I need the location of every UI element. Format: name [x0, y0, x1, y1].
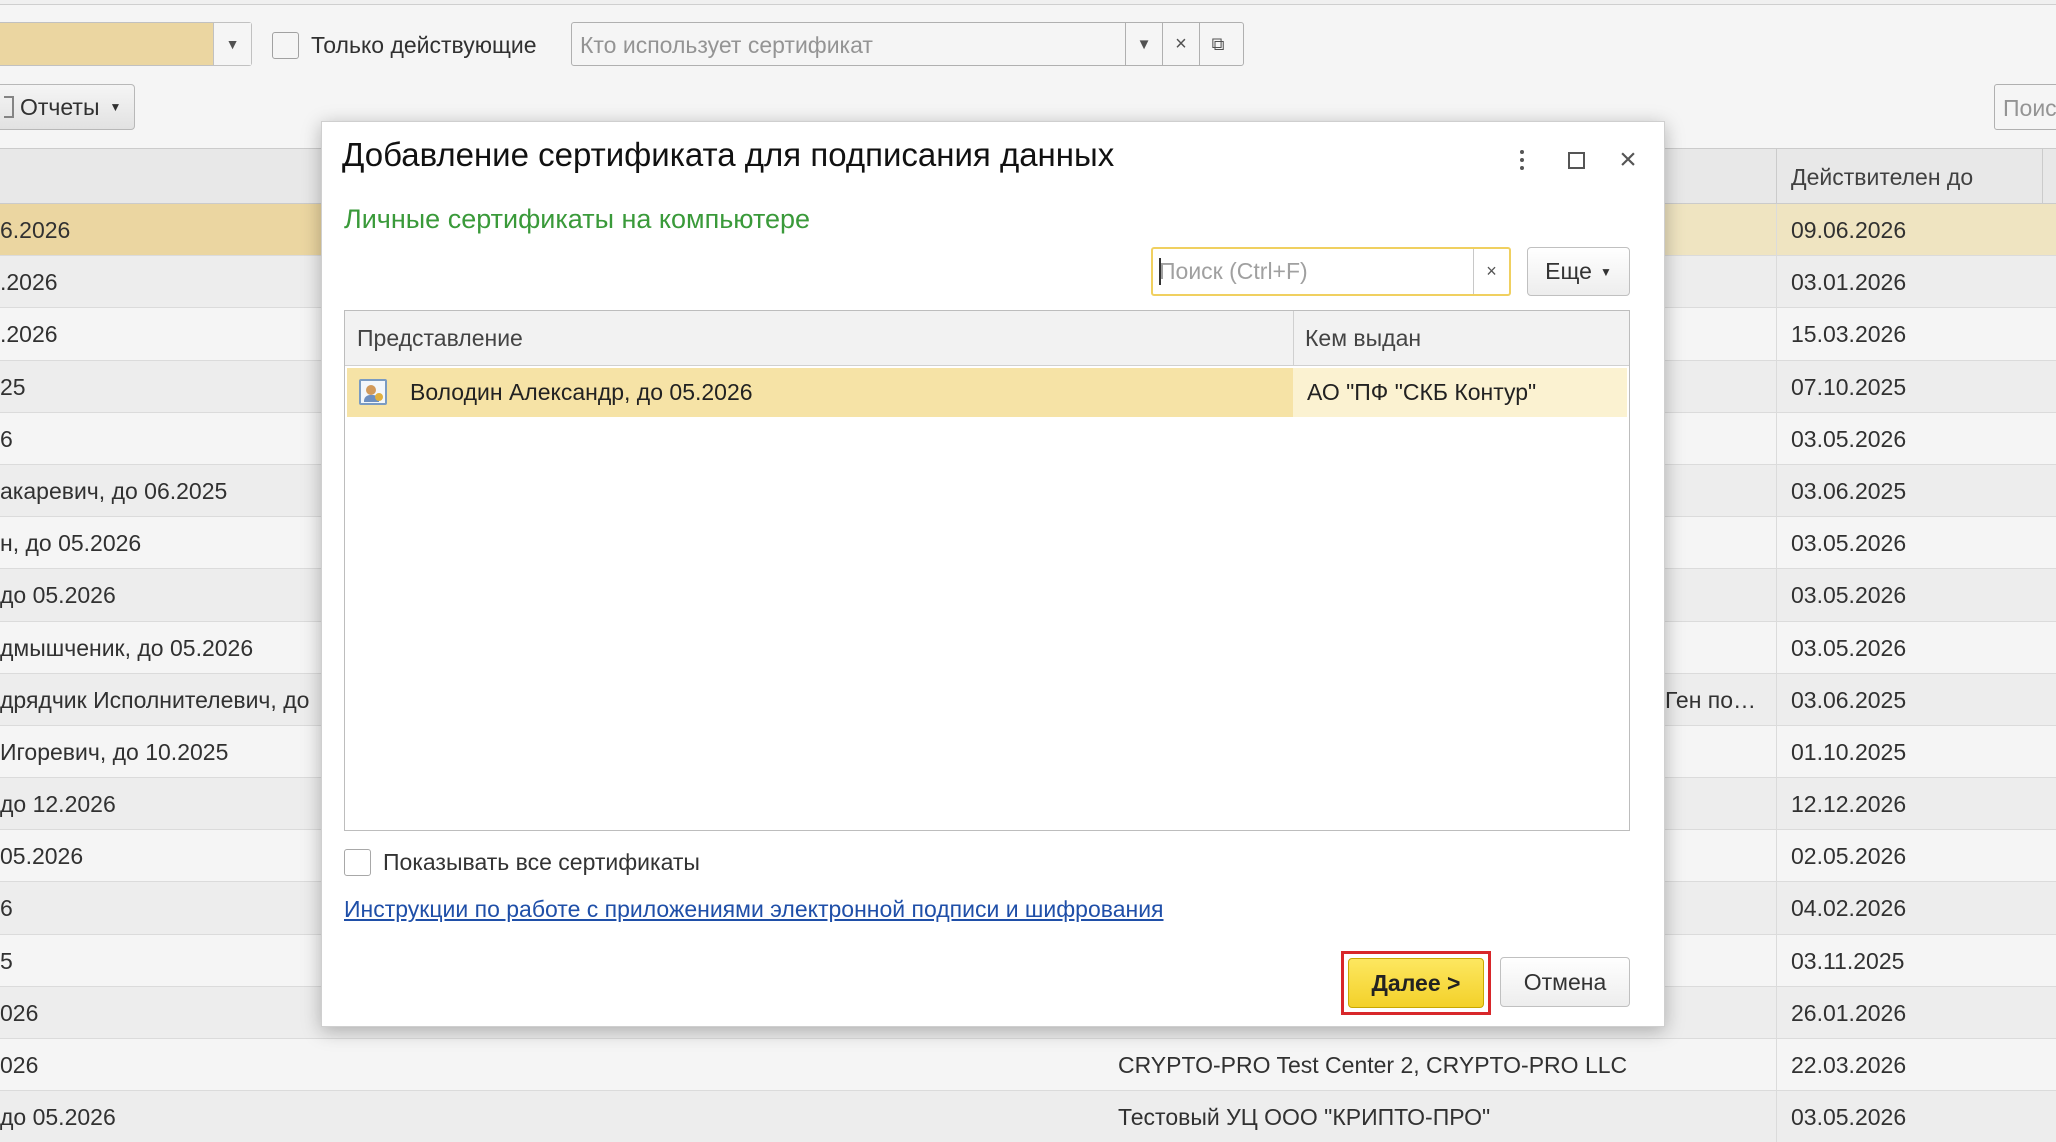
- next-button-highlight: Далее >: [1341, 951, 1491, 1015]
- column-separator: [1293, 311, 1294, 366]
- show-all-checkbox[interactable]: [344, 849, 371, 876]
- kebab-menu-icon[interactable]: [1502, 140, 1542, 180]
- instructions-link[interactable]: Инструкции по работе с приложениями элек…: [344, 896, 1164, 923]
- column-presentation[interactable]: Представление: [357, 325, 523, 352]
- close-icon[interactable]: ×: [1473, 249, 1509, 294]
- dialog-title: Добавление сертификата для подписания да…: [342, 136, 1115, 173]
- certificate-issued-by: АО "ПФ "СКБ Контур": [1307, 379, 1537, 405]
- certificate-presentation: Володин Александр, до 05.2026: [410, 379, 753, 405]
- chevron-down-icon: ▼: [1599, 264, 1612, 279]
- next-button[interactable]: Далее >: [1348, 958, 1484, 1008]
- table-row[interactable]: Володин Александр, до 05.2026 АО "ПФ "СК…: [347, 368, 1627, 417]
- show-all-label: Показывать все сертификаты: [383, 849, 700, 875]
- cell-presentation[interactable]: Володин Александр, до 05.2026: [347, 368, 1293, 417]
- cancel-button[interactable]: Отмена: [1500, 957, 1630, 1007]
- column-issued-by[interactable]: Кем выдан: [1305, 325, 1421, 352]
- search-input[interactable]: [1153, 249, 1473, 294]
- maximize-icon[interactable]: [1556, 140, 1596, 180]
- table-header: Представление Кем выдан: [345, 311, 1629, 366]
- show-all-certificates[interactable]: Показывать все сертификаты: [344, 849, 700, 876]
- more-button[interactable]: Еще ▼: [1527, 247, 1630, 296]
- certificate-search[interactable]: ×: [1151, 247, 1511, 296]
- certificate-icon: [359, 379, 387, 405]
- add-certificate-dialog: Добавление сертификата для подписания да…: [321, 121, 1665, 1027]
- dialog-subtitle: Личные сертификаты на компьютере: [344, 204, 811, 234]
- text-cursor: [1159, 258, 1161, 285]
- more-label: Еще: [1545, 258, 1592, 284]
- close-icon[interactable]: ×: [1608, 140, 1648, 180]
- certificates-table: Представление Кем выдан Володин Александ…: [344, 310, 1630, 831]
